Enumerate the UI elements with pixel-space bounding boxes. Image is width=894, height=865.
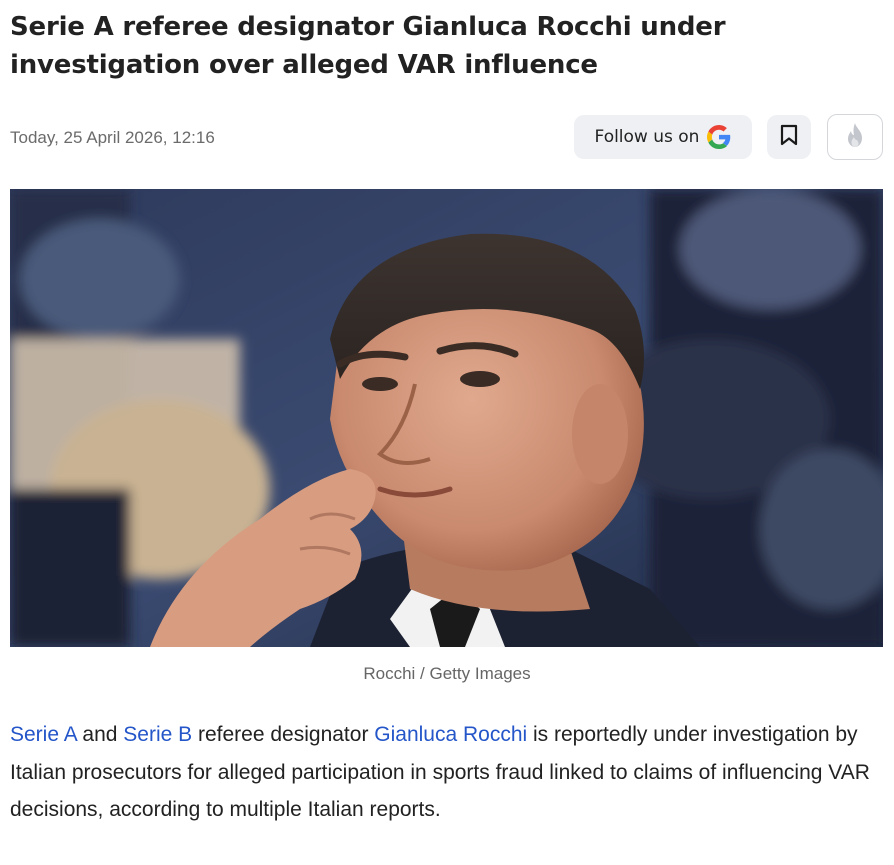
article-hero-image (10, 189, 883, 647)
body-text-segment: referee designator (192, 723, 375, 746)
follow-us-google-button[interactable]: Follow us on (574, 115, 752, 159)
bookmark-icon (780, 124, 798, 151)
serie-a-link[interactable]: Serie A (10, 723, 77, 746)
gianluca-rocchi-link[interactable]: Gianluca Rocchi (374, 723, 527, 746)
serie-b-link[interactable]: Serie B (123, 723, 192, 746)
article-body-paragraph: Serie A and Serie B referee designator G… (10, 716, 870, 829)
flame-icon (844, 122, 866, 153)
bookmark-button[interactable] (767, 115, 811, 159)
article-title: Serie A referee designator Gianluca Rocc… (10, 12, 726, 80)
google-g-icon (707, 125, 731, 149)
article-meta: Today, 25 April 2026, 12:16 Follow us on (10, 114, 883, 160)
follow-label: Follow us on (594, 127, 700, 147)
trending-button[interactable] (827, 114, 883, 160)
publish-timestamp: Today, 25 April 2026, 12:16 (10, 128, 215, 147)
image-caption: Rocchi / Getty Images (363, 664, 531, 683)
body-text-segment: and (76, 723, 124, 746)
article-page: Serie A referee designator Gianluca Rocc… (0, 0, 894, 865)
